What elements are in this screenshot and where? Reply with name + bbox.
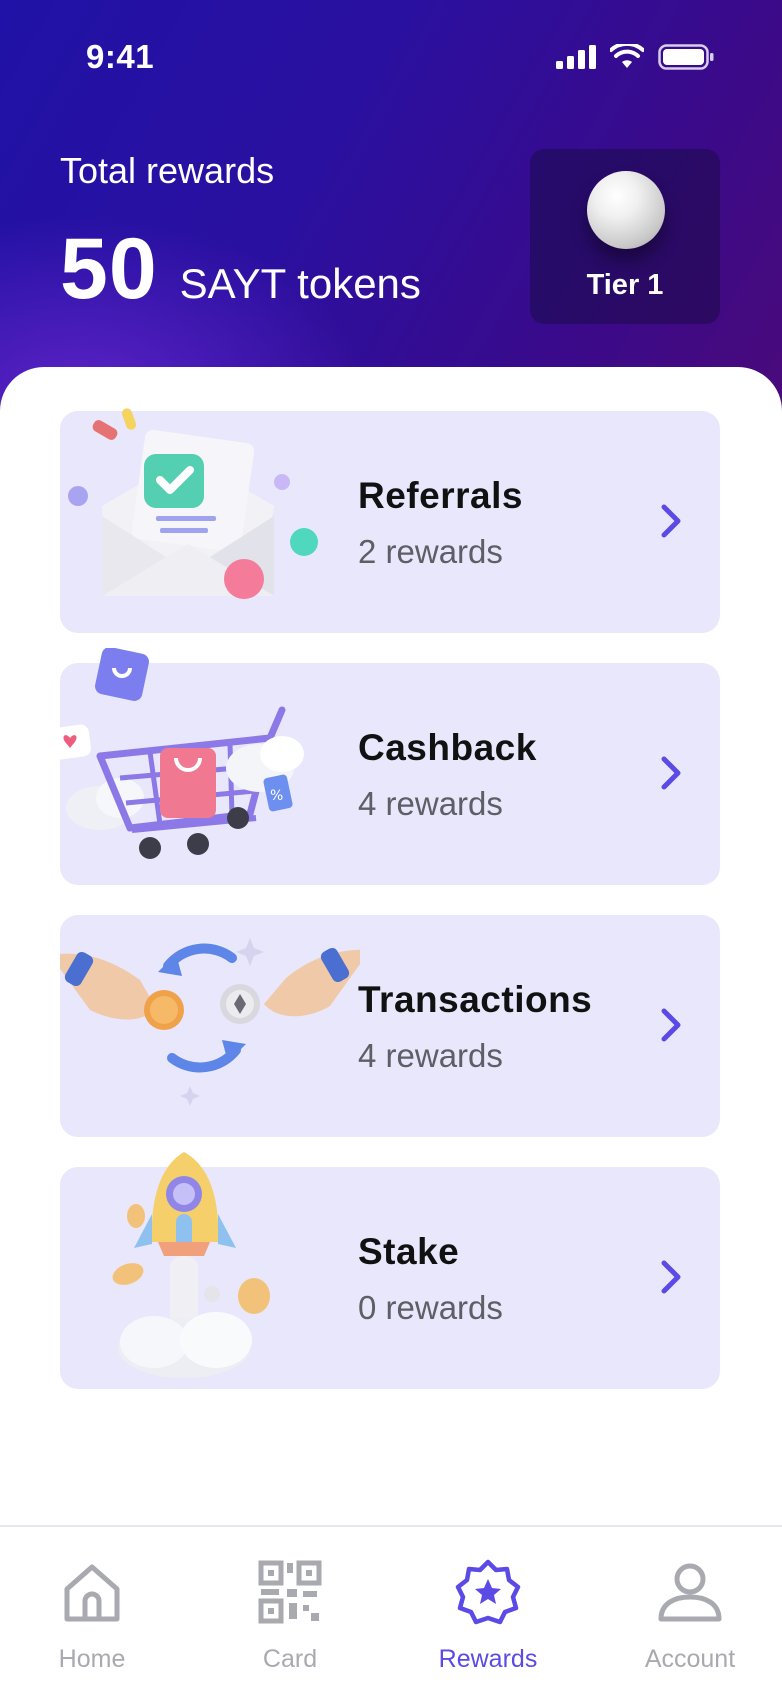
tab-account[interactable]: Account [600,1527,780,1685]
tab-rewards[interactable]: Rewards [398,1527,578,1685]
tier-label: Tier 1 [586,269,664,301]
status-icons [556,44,714,70]
rocket-illustration [112,1152,270,1378]
tab-card[interactable]: Card [200,1527,380,1685]
category-title: Referrals [358,475,523,516]
tab-label: Home [58,1645,126,1673]
category-rewards-count: 0 rewards [358,1289,503,1326]
total-rewards-row: 50 SAYT tokens [60,220,421,319]
qr-code-icon [258,1560,322,1624]
home-icon [64,1564,120,1622]
chevron-right-icon [661,504,681,538]
category-rewards-count: 4 rewards [358,785,503,822]
signal-icon [556,45,596,69]
tab-label: Rewards [438,1645,538,1673]
category-card-referrals[interactable]: Referrals 2 rewards [60,408,720,633]
category-card-transactions[interactable]: Transactions 4 rewards [60,915,720,1137]
star-badge-icon [455,1559,521,1625]
tab-label: Account [644,1645,736,1673]
chevron-right-icon [661,1008,681,1042]
tab-home[interactable]: Home [2,1527,182,1685]
category-rewards-count: 2 rewards [358,533,503,570]
tier-badge[interactable]: Tier 1 [530,149,720,324]
status-time: 9:41 [86,38,155,75]
total-rewards-unit: SAYT tokens [179,260,421,307]
wifi-icon [610,44,644,68]
category-title: Cashback [358,727,537,768]
svg-text:%: % [270,788,283,804]
tab-label: Card [262,1645,318,1673]
shopping-cart-illustration: % [60,648,304,859]
chevron-right-icon [661,1260,681,1294]
category-card-cashback[interactable]: % Cashback 4 rewards [60,648,720,885]
category-title: Transactions [358,979,593,1020]
chevron-right-icon [661,756,681,790]
coin-exchange-illustration [60,938,360,1106]
envelope-check-illustration [68,408,318,599]
rewards-header: 9:41 Total rewards 50 SAYT tokens Tier 1 [0,0,782,420]
user-icon [658,1563,722,1622]
category-title: Stake [358,1231,460,1272]
bottom-tab-bar: Home Card Rewards Account [0,1525,782,1685]
rewards-list: Referrals 2 rewards % Cashback 4 rewards… [0,367,782,1527]
status-bar: 9:41 [0,0,782,110]
category-rewards-count: 4 rewards [358,1037,503,1074]
battery-icon [658,44,714,70]
total-rewards-value: 50 [60,221,158,317]
total-rewards-label: Total rewards [60,150,275,191]
category-card-stake[interactable]: Stake 0 rewards [60,1152,720,1389]
pearl-icon [587,171,665,249]
